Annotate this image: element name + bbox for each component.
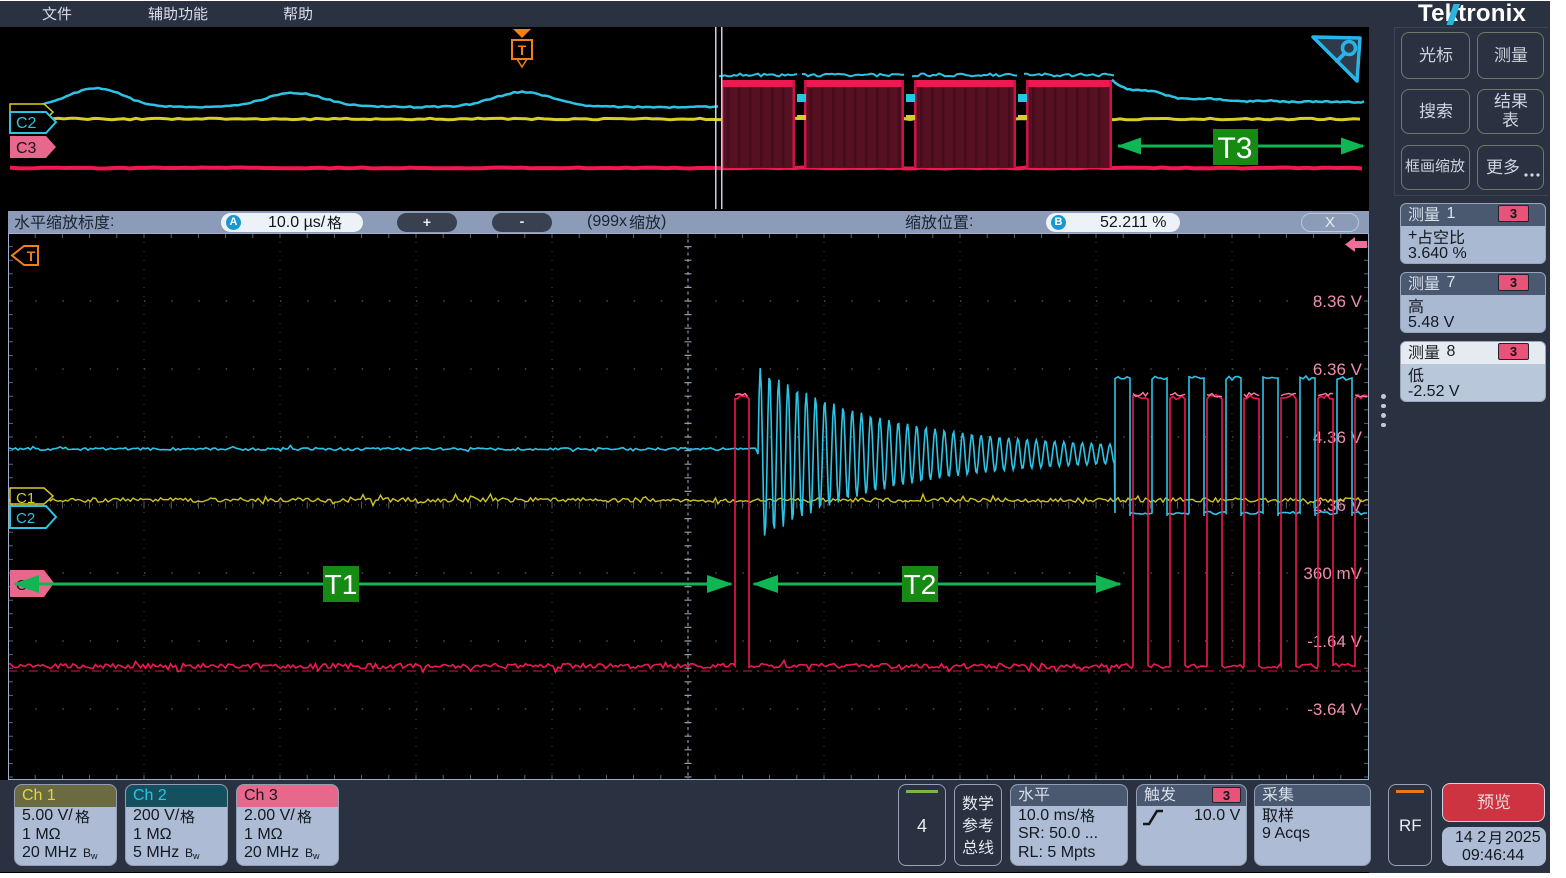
svg-text:C3: C3 bbox=[16, 140, 37, 157]
svg-text:C2: C2 bbox=[16, 115, 37, 132]
svg-text:T3: T3 bbox=[1217, 132, 1252, 165]
svg-text:T: T bbox=[518, 42, 527, 58]
